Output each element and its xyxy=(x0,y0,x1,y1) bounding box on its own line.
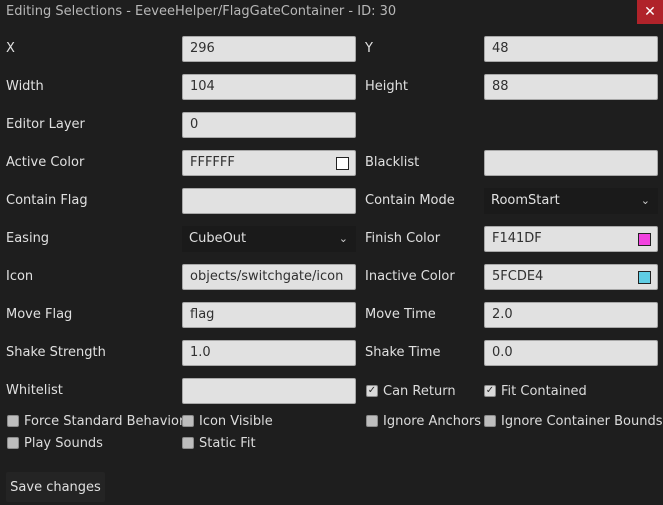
editor-layer-field[interactable]: 0 xyxy=(182,112,356,138)
contain-flag-field[interactable] xyxy=(182,188,356,214)
checkbox-box[interactable] xyxy=(484,415,496,427)
width-label: Width xyxy=(6,79,44,94)
checkbox-box[interactable] xyxy=(182,415,194,427)
move-flag-field[interactable]: flag xyxy=(182,302,356,328)
title-bar: Editing Selections - EeveeHelper/FlagGat… xyxy=(0,0,663,24)
shake-time-label: Shake Time xyxy=(365,345,441,360)
width-field[interactable]: 104 xyxy=(182,74,356,100)
icon-label: Icon xyxy=(6,269,34,284)
easing-dropdown[interactable]: CubeOut ⌄ xyxy=(182,226,356,252)
fit-contained-label: Fit Contained xyxy=(501,383,587,399)
save-changes-button[interactable]: Save changes xyxy=(6,472,105,502)
play-sounds-checkbox[interactable]: Play Sounds xyxy=(7,434,103,452)
whitelist-field[interactable] xyxy=(182,378,356,404)
can-return-checkbox[interactable]: ✓ Can Return xyxy=(366,382,456,400)
force-standard-behavior-label: Force Standard Behavior xyxy=(24,413,185,429)
shake-strength-field[interactable]: 1.0 xyxy=(182,340,356,366)
active-color-field[interactable]: FFFFFF xyxy=(182,150,356,176)
chevron-down-icon: ⌄ xyxy=(338,232,348,245)
finish-color-field[interactable]: F141DF xyxy=(484,226,658,252)
contain-mode-label: Contain Mode xyxy=(365,193,455,208)
easing-value: CubeOut xyxy=(189,231,247,246)
whitelist-label: Whitelist xyxy=(6,383,63,398)
y-label: Y xyxy=(365,41,373,56)
fit-contained-checkbox[interactable]: ✓ Fit Contained xyxy=(484,382,587,400)
checkbox-box[interactable] xyxy=(366,415,378,427)
window-title: Editing Selections - EeveeHelper/FlagGat… xyxy=(6,4,397,19)
inactive-color-swatch[interactable] xyxy=(638,271,651,284)
ignore-anchors-checkbox[interactable]: Ignore Anchors xyxy=(366,412,481,430)
blacklist-field[interactable] xyxy=(484,150,658,176)
move-time-field[interactable]: 2.0 xyxy=(484,302,658,328)
inactive-color-label: Inactive Color xyxy=(365,269,455,284)
static-fit-label: Static Fit xyxy=(199,435,256,451)
active-color-swatch[interactable] xyxy=(336,157,349,170)
ignore-container-bounds-label: Ignore Container Bounds xyxy=(501,413,663,429)
editor-layer-label: Editor Layer xyxy=(6,117,85,132)
contain-mode-dropdown[interactable]: RoomStart ⌄ xyxy=(484,188,658,214)
shake-time-field[interactable]: 0.0 xyxy=(484,340,658,366)
icon-field[interactable]: objects/switchgate/icon xyxy=(182,264,356,290)
can-return-label: Can Return xyxy=(383,383,456,399)
icon-visible-label: Icon Visible xyxy=(199,413,273,429)
x-field[interactable]: 296 xyxy=(182,36,356,62)
check-icon[interactable]: ✓ xyxy=(366,385,378,397)
ignore-container-bounds-checkbox[interactable]: Ignore Container Bounds xyxy=(484,412,663,430)
x-label: X xyxy=(6,41,15,56)
icon-visible-checkbox[interactable]: Icon Visible xyxy=(182,412,273,430)
chevron-down-icon: ⌄ xyxy=(640,194,650,207)
close-icon: ✕ xyxy=(644,4,656,20)
ignore-anchors-label: Ignore Anchors xyxy=(383,413,482,429)
play-sounds-label: Play Sounds xyxy=(24,435,103,451)
move-flag-label: Move Flag xyxy=(6,307,73,322)
checkbox-box[interactable] xyxy=(7,437,19,449)
check-icon[interactable]: ✓ xyxy=(484,385,496,397)
blacklist-label: Blacklist xyxy=(365,155,420,170)
finish-color-swatch[interactable] xyxy=(638,233,651,246)
y-field[interactable]: 48 xyxy=(484,36,658,62)
contain-flag-label: Contain Flag xyxy=(6,193,88,208)
inactive-color-field[interactable]: 5FCDE4 xyxy=(484,264,658,290)
height-label: Height xyxy=(365,79,408,94)
checkbox-box[interactable] xyxy=(7,415,19,427)
easing-label: Easing xyxy=(6,231,50,246)
move-time-label: Move Time xyxy=(365,307,436,322)
static-fit-checkbox[interactable]: Static Fit xyxy=(182,434,256,452)
height-field[interactable]: 88 xyxy=(484,74,658,100)
finish-color-label: Finish Color xyxy=(365,231,441,246)
checkbox-box[interactable] xyxy=(182,437,194,449)
shake-strength-label: Shake Strength xyxy=(6,345,106,360)
close-button[interactable]: ✕ xyxy=(637,0,663,24)
force-standard-behavior-checkbox[interactable]: Force Standard Behavior xyxy=(7,412,184,430)
contain-mode-value: RoomStart xyxy=(491,193,560,208)
active-color-label: Active Color xyxy=(6,155,85,170)
